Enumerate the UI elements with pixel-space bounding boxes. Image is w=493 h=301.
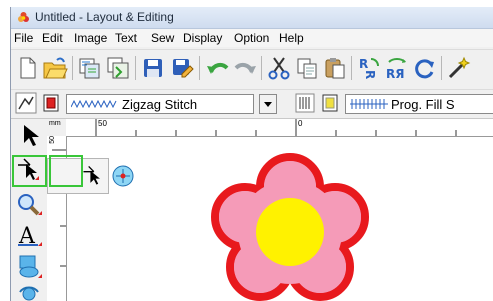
highlight-point-edit-flyout: [49, 155, 83, 187]
redo-icon[interactable]: [231, 54, 259, 82]
import-alt-icon[interactable]: [104, 54, 132, 82]
shape-icon[interactable]: [14, 252, 44, 280]
line-stitch-select[interactable]: Zigzag Stitch: [66, 94, 254, 114]
design-canvas[interactable]: [67, 137, 493, 301]
window-title: Untitled - Layout & Editing: [35, 10, 174, 24]
left-toolbar: A: [11, 119, 48, 301]
open-file-icon[interactable]: [41, 54, 69, 82]
toolbar-separator: [72, 56, 73, 80]
save-icon[interactable]: [139, 54, 167, 82]
application-window: Untitled - Layout & Editing File Edit Im…: [10, 7, 493, 301]
text-icon[interactable]: A: [14, 221, 44, 249]
wizard-icon[interactable]: [445, 54, 473, 82]
line-sew-mode-icon[interactable]: [14, 91, 38, 115]
line-color-icon[interactable]: [41, 92, 61, 114]
chevron-down-icon: [264, 102, 272, 107]
highlight-point-edit: [12, 155, 47, 187]
paste-icon[interactable]: [321, 54, 349, 82]
menu-edit[interactable]: Edit: [42, 31, 63, 45]
zoom-icon[interactable]: [14, 191, 44, 219]
title-bar: Untitled - Layout & Editing: [11, 7, 493, 29]
menu-image[interactable]: Image: [74, 31, 107, 45]
ruler-corner: mm: [47, 119, 67, 137]
toolbar-separator: [199, 56, 200, 80]
stitch-point-icon[interactable]: [110, 163, 136, 189]
menu-bar: File Edit Image Text Sew Display Option …: [11, 29, 493, 47]
toolbar-separator: [441, 56, 442, 80]
region-stitch-select[interactable]: Prog. Fill S: [345, 94, 493, 114]
svg-text:R: R: [363, 70, 377, 79]
cut-icon[interactable]: [265, 54, 293, 82]
ruler-label-50: 50: [98, 119, 107, 128]
import-icon[interactable]: [75, 54, 103, 82]
menu-text[interactable]: Text: [115, 31, 137, 45]
flower-design[interactable]: [67, 137, 493, 301]
select-icon[interactable]: [14, 122, 44, 150]
new-file-icon[interactable]: [13, 54, 41, 82]
menu-file[interactable]: File: [14, 31, 33, 45]
ruler-label-0: 0: [298, 119, 303, 128]
prog-fill-icon: [350, 99, 388, 109]
zigzag-icon: [71, 99, 117, 109]
save-as-icon[interactable]: [168, 54, 196, 82]
region-sew-mode-icon[interactable]: [294, 92, 316, 114]
region-stitch-label: Prog. Fill S: [391, 97, 455, 112]
toolbar-separator: [135, 56, 136, 80]
rotate-arrow-icon[interactable]: [411, 54, 439, 82]
shape-more-icon[interactable]: [14, 282, 44, 301]
ruler-left-label: 50: [49, 136, 56, 144]
toolbar-separator: [351, 56, 352, 80]
toolbar-separator: [261, 56, 262, 80]
ruler-unit: mm: [49, 120, 61, 127]
mirror-icon[interactable]: RЯ: [383, 54, 411, 82]
copy-icon[interactable]: [293, 54, 321, 82]
svg-text:R: R: [359, 57, 368, 71]
stitch-toolbar: Zigzag Stitch Prog. Fill S: [11, 89, 493, 119]
menu-display[interactable]: Display: [183, 31, 222, 45]
ruler-top-ticks: [95, 119, 457, 136]
line-stitch-dropdown[interactable]: [259, 94, 277, 114]
undo-icon[interactable]: [203, 54, 231, 82]
ruler-top: 50 0: [66, 119, 493, 137]
app-icon: [18, 12, 29, 22]
main-toolbar: RR RЯ: [11, 49, 493, 90]
menu-option[interactable]: Option: [234, 31, 269, 45]
menu-help[interactable]: Help: [279, 31, 304, 45]
region-color-icon[interactable]: [320, 92, 340, 114]
rotate-icon[interactable]: RR: [355, 54, 383, 82]
menu-sew[interactable]: Sew: [151, 31, 174, 45]
point-edit-flyout-icon[interactable]: [80, 163, 106, 189]
svg-text:RЯ: RЯ: [386, 67, 404, 81]
line-stitch-label: Zigzag Stitch: [122, 97, 198, 112]
